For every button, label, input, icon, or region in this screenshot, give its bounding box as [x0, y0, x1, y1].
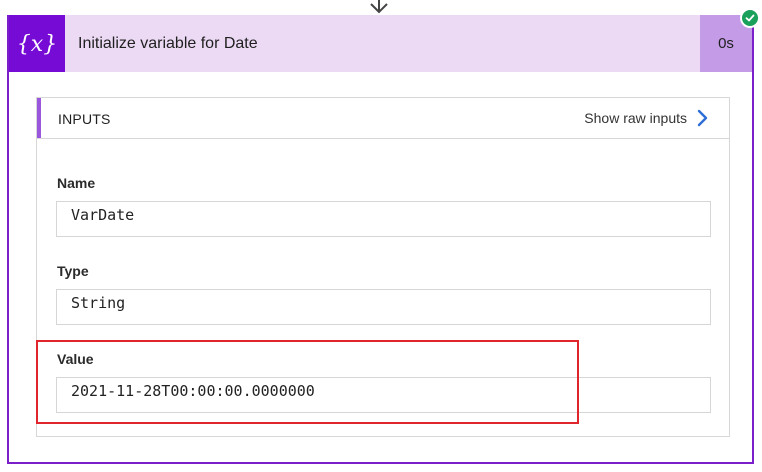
- chevron-right-icon: [697, 109, 708, 127]
- inputs-accent-bar: [37, 98, 41, 138]
- name-field-value: VarDate: [56, 201, 711, 237]
- inputs-heading: INPUTS: [58, 111, 111, 127]
- variable-icon: {x}: [9, 15, 65, 72]
- action-card-header[interactable]: {x} Initialize variable for Date 0s: [9, 15, 752, 72]
- svg-text:{x}: {x}: [17, 32, 57, 57]
- name-field-label: Name: [57, 175, 96, 191]
- action-title: Initialize variable for Date: [78, 34, 258, 52]
- inputs-header-bar: INPUTS Show raw inputs: [37, 98, 729, 139]
- success-check-icon: [740, 8, 760, 28]
- show-raw-inputs-link[interactable]: Show raw inputs: [584, 107, 709, 129]
- value-highlight-box: [36, 340, 579, 424]
- type-field-value: String: [56, 289, 711, 325]
- type-field-label: Type: [57, 263, 89, 279]
- show-raw-inputs-label: Show raw inputs: [584, 110, 687, 126]
- flow-connector-arrow-icon: [370, 0, 388, 14]
